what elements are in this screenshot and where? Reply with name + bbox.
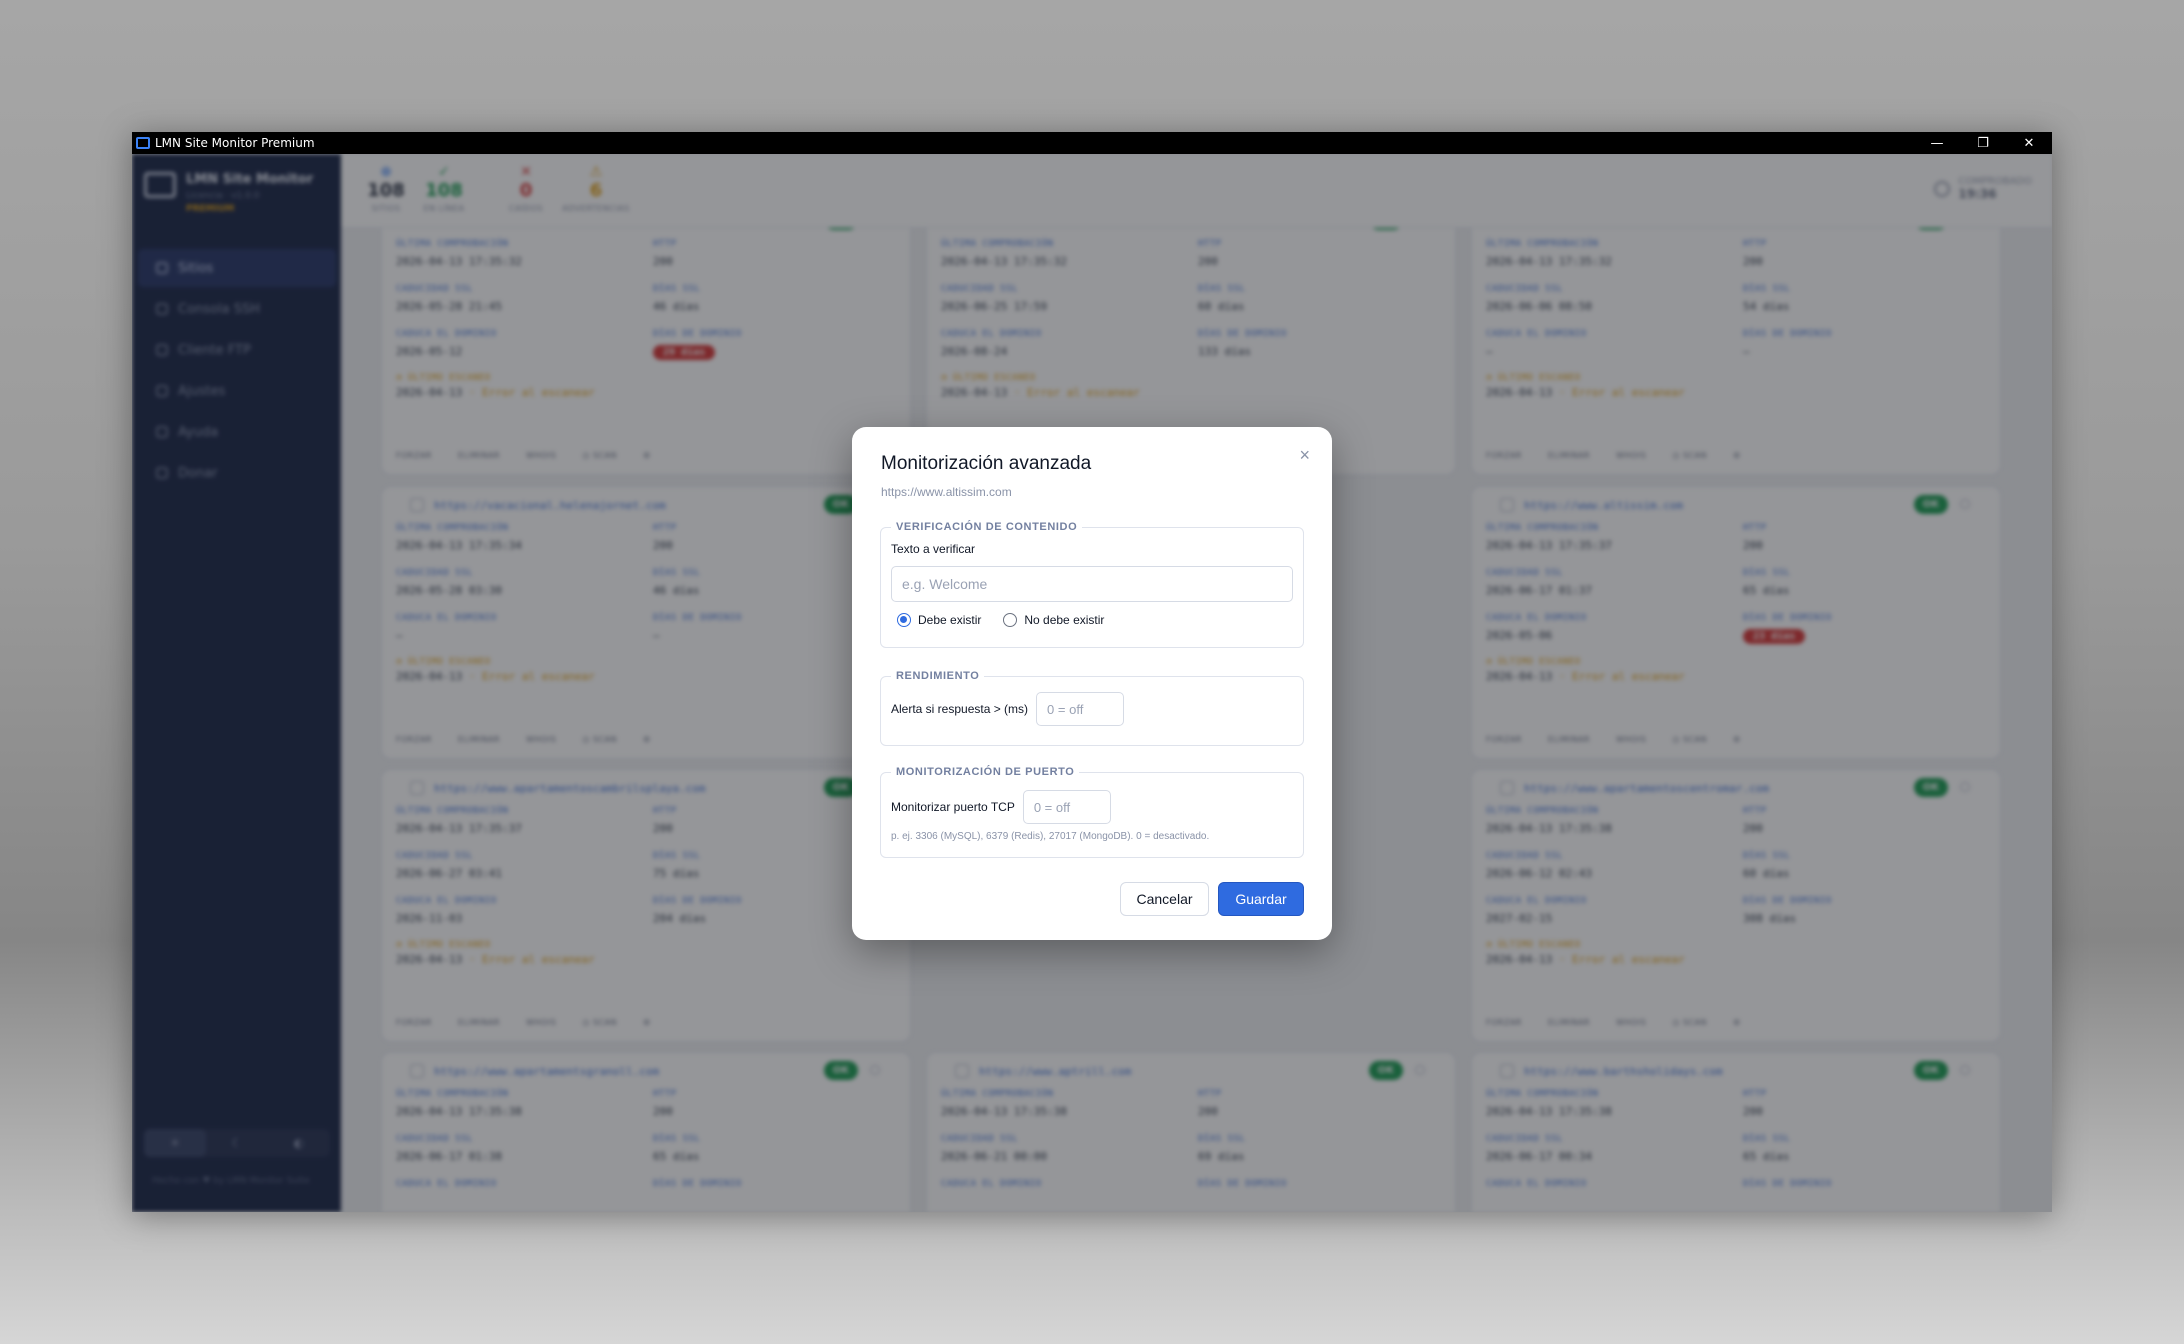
text-to-check-input[interactable]: e.g. Welcome xyxy=(891,566,1293,602)
performance-legend: RENDIMIENTO xyxy=(896,670,980,682)
response-threshold-input[interactable]: 0 = off xyxy=(1036,692,1125,726)
response-alert-label: Alerta si respuesta > (ms) xyxy=(891,702,1029,716)
port-monitoring-legend: MONITORIZACIÓN DE PUERTO xyxy=(896,766,1075,778)
text-to-check-label: Texto a verificar xyxy=(891,542,976,556)
must-not-exist-radio[interactable] xyxy=(1003,613,1018,627)
must-exist-label[interactable]: Debe existir xyxy=(918,613,981,627)
advanced-monitoring-dialog: × Monitorización avanzada https://www.al… xyxy=(852,427,1332,940)
tcp-port-input[interactable]: 0 = off xyxy=(1022,790,1111,824)
content-check-section: VERIFICACIÓN DE CONTENIDO Texto a verifi… xyxy=(880,521,1304,648)
performance-section: RENDIMIENTO Alerta si respuesta > (ms) 0… xyxy=(880,670,1304,746)
content-check-legend: VERIFICACIÓN DE CONTENIDO xyxy=(896,521,1078,533)
close-icon[interactable]: × xyxy=(1299,445,1310,466)
title-bar: LMN Site Monitor Premium — ❐ ✕ xyxy=(132,132,2052,154)
tcp-port-label: Monitorizar puerto TCP xyxy=(891,800,1015,814)
window-title: LMN Site Monitor Premium xyxy=(155,136,315,150)
restore-button[interactable]: ❐ xyxy=(1960,132,2006,154)
minimize-button[interactable]: — xyxy=(1914,132,1960,154)
app-icon xyxy=(136,137,150,149)
dialog-title: Monitorización avanzada xyxy=(881,453,1092,474)
cancel-button[interactable]: Cancelar xyxy=(1120,882,1209,916)
port-hint: p. ej. 3306 (MySQL), 6379 (Redis), 27017… xyxy=(891,831,1210,842)
close-window-button[interactable]: ✕ xyxy=(2006,132,2052,154)
presence-options: Debe existir No debe existir xyxy=(897,613,1293,627)
must-exist-radio[interactable] xyxy=(897,613,911,627)
port-monitoring-section: MONITORIZACIÓN DE PUERTO Monitorizar pue… xyxy=(880,766,1304,858)
must-not-exist-label[interactable]: No debe existir xyxy=(1024,613,1104,627)
save-button[interactable]: Guardar xyxy=(1218,882,1304,916)
dialog-subtitle: https://www.altissim.com xyxy=(881,485,1012,499)
